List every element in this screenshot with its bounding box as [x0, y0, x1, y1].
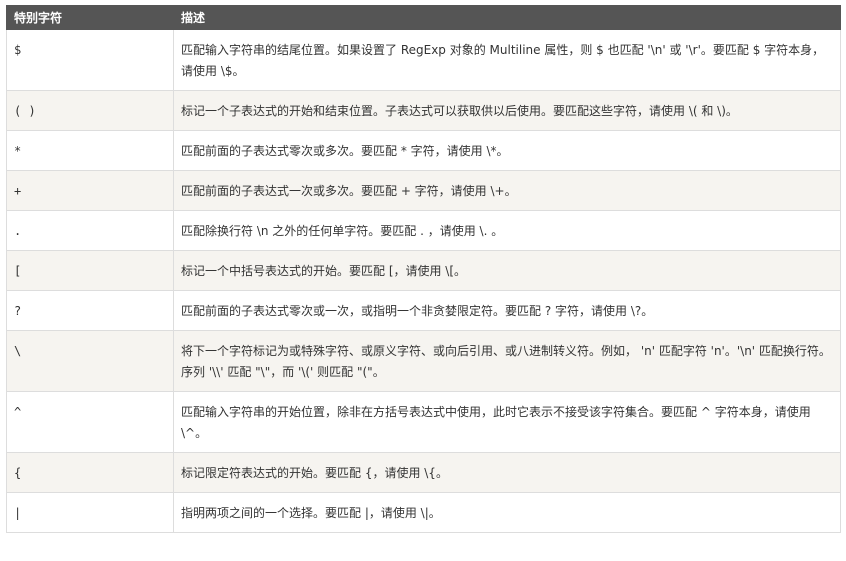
header-special-char: 特别字符: [6, 5, 174, 30]
header-row: 特别字符 描述: [6, 5, 841, 30]
header-description: 描述: [173, 5, 841, 30]
table-row: ( ) 标记一个子表达式的开始和结束位置。子表达式可以获取供以后使用。要匹配这些…: [6, 90, 841, 131]
char-cell: {: [6, 452, 174, 493]
char-cell: ?: [6, 290, 174, 331]
table-row: * 匹配前面的子表达式零次或多次。要匹配 * 字符，请使用 \*。: [6, 130, 841, 171]
table-row: { 标记限定符表达式的开始。要匹配 {，请使用 \{。: [6, 452, 841, 493]
char-cell: ^: [6, 391, 174, 453]
table-row: $ 匹配输入字符串的结尾位置。如果设置了 RegExp 对象的 Multilin…: [6, 29, 841, 91]
desc-cell: 匹配前面的子表达式零次或多次。要匹配 * 字符，请使用 \*。: [173, 130, 841, 171]
desc-cell: 指明两项之间的一个选择。要匹配 |，请使用 \|。: [173, 492, 841, 533]
char-cell: +: [6, 170, 174, 211]
desc-cell: 将下一个字符标记为或特殊字符、或原义字符、或向后引用、或八进制转义符。例如， '…: [173, 330, 841, 392]
table-row: + 匹配前面的子表达式一次或多次。要匹配 + 字符，请使用 \+。: [6, 170, 841, 211]
table-row: ^ 匹配输入字符串的开始位置，除非在方括号表达式中使用，此时它表示不接受该字符集…: [6, 391, 841, 453]
desc-cell: 匹配除换行符 \n 之外的任何单字符。要匹配 . ，请使用 \. 。: [173, 210, 841, 251]
char-cell: $: [6, 29, 174, 91]
char-cell: .: [6, 210, 174, 251]
char-cell: *: [6, 130, 174, 171]
desc-cell: 匹配前面的子表达式一次或多次。要匹配 + 字符，请使用 \+。: [173, 170, 841, 211]
regex-special-chars-table-container: 特别字符 描述 $ 匹配输入字符串的结尾位置。如果设置了 RegExp 对象的 …: [6, 5, 841, 533]
char-cell: [: [6, 250, 174, 291]
char-cell: \: [6, 330, 174, 392]
char-cell: ( ): [6, 90, 174, 131]
desc-cell: 标记一个中括号表达式的开始。要匹配 [，请使用 \[。: [173, 250, 841, 291]
table-row: [ 标记一个中括号表达式的开始。要匹配 [，请使用 \[。: [6, 250, 841, 291]
table-row: . 匹配除换行符 \n 之外的任何单字符。要匹配 . ，请使用 \. 。: [6, 210, 841, 251]
char-cell: |: [6, 492, 174, 533]
regex-special-chars-table: 特别字符 描述 $ 匹配输入字符串的结尾位置。如果设置了 RegExp 对象的 …: [6, 5, 841, 533]
desc-cell: 标记一个子表达式的开始和结束位置。子表达式可以获取供以后使用。要匹配这些字符，请…: [173, 90, 841, 131]
desc-cell: 匹配输入字符串的开始位置，除非在方括号表达式中使用，此时它表示不接受该字符集合。…: [173, 391, 841, 453]
desc-cell: 匹配前面的子表达式零次或一次，或指明一个非贪婪限定符。要匹配 ? 字符，请使用 …: [173, 290, 841, 331]
table-row: \ 将下一个字符标记为或特殊字符、或原义字符、或向后引用、或八进制转义符。例如，…: [6, 330, 841, 392]
table-body: $ 匹配输入字符串的结尾位置。如果设置了 RegExp 对象的 Multilin…: [6, 29, 841, 533]
table-row: ? 匹配前面的子表达式零次或一次，或指明一个非贪婪限定符。要匹配 ? 字符，请使…: [6, 290, 841, 331]
table-header: 特别字符 描述: [6, 5, 841, 30]
desc-cell: 匹配输入字符串的结尾位置。如果设置了 RegExp 对象的 Multiline …: [173, 29, 841, 91]
table-row: | 指明两项之间的一个选择。要匹配 |，请使用 \|。: [6, 492, 841, 533]
desc-cell: 标记限定符表达式的开始。要匹配 {，请使用 \{。: [173, 452, 841, 493]
